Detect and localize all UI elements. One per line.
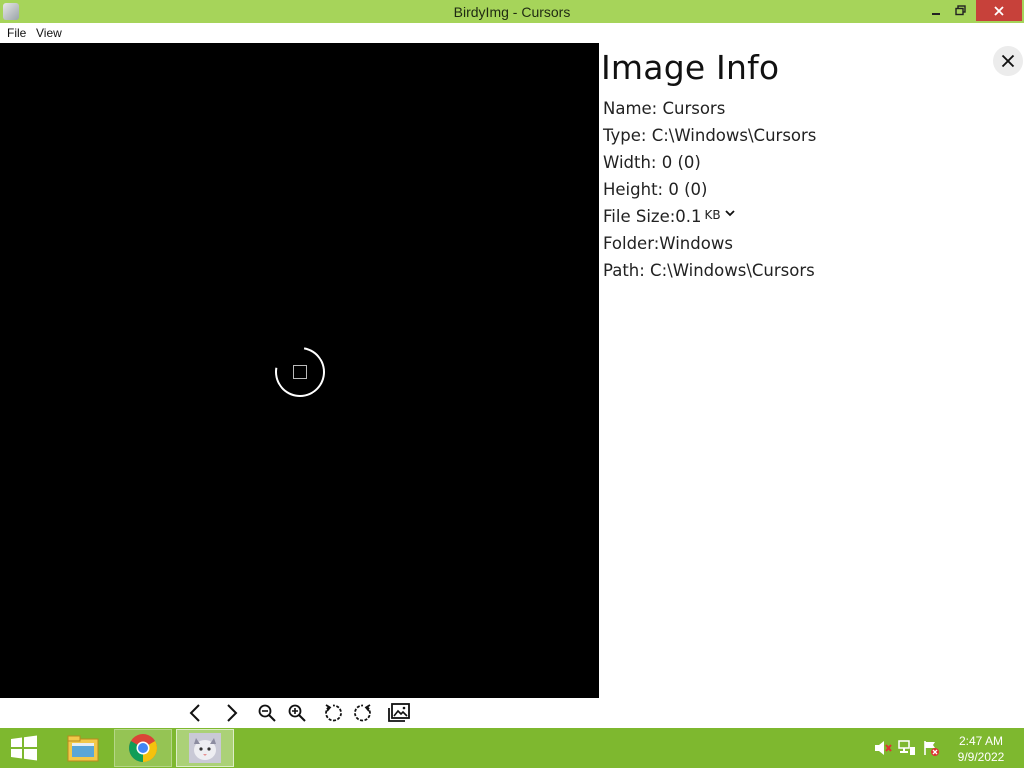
taskbar-clock[interactable]: 2:47 AM 9/9/2022 [948, 733, 1014, 765]
window-title: BirdyImg - Cursors [453, 4, 571, 20]
start-button[interactable] [0, 729, 48, 767]
image-viewer[interactable] [0, 43, 599, 698]
close-icon [1001, 54, 1015, 68]
chevron-down-icon [725, 210, 735, 217]
image-info-panel: Image Info Name: Cursors Type: C:\Window… [600, 43, 1024, 728]
info-folder: Folder:Windows [603, 234, 733, 253]
restore-button[interactable] [947, 0, 974, 21]
close-button[interactable] [976, 0, 1022, 21]
gallery-button[interactable] [387, 701, 411, 725]
info-height: Height: 0 (0) [603, 180, 708, 199]
file-size-unit-selector[interactable]: KB [705, 208, 735, 222]
birdyimg-icon [189, 733, 221, 763]
info-width: Width: 0 (0) [603, 153, 701, 172]
rotate-right-icon [354, 704, 371, 722]
volume-muted-icon[interactable] [874, 740, 892, 756]
taskbar-birdyimg[interactable] [176, 729, 234, 767]
minimize-button[interactable] [922, 0, 949, 21]
zoom-out-button[interactable] [255, 701, 279, 725]
windows-start-icon [11, 735, 37, 761]
next-button[interactable] [219, 701, 243, 725]
viewer-toolbar [0, 698, 600, 728]
zoom-in-button[interactable] [285, 701, 309, 725]
menu-view[interactable]: View [36, 26, 62, 40]
taskbar-file-explorer[interactable] [56, 729, 110, 767]
taskbar: 2:47 AM 9/9/2022 [0, 728, 1024, 768]
info-file-size: File Size:0.1 KB [603, 207, 735, 226]
chevron-left-icon [189, 704, 200, 722]
info-name: Name: Cursors [603, 99, 726, 118]
file-size-label: File Size: [603, 207, 676, 226]
taskbar-chrome[interactable] [114, 729, 172, 767]
rotate-left-button[interactable] [321, 701, 345, 725]
menu-file[interactable]: File [7, 26, 26, 40]
info-panel-title: Image Info [601, 48, 780, 87]
previous-button[interactable] [184, 701, 208, 725]
info-path: Path: C:\Windows\Cursors [603, 261, 815, 280]
gallery-icon [388, 703, 410, 722]
file-size-unit: KB [704, 208, 721, 222]
action-center-icon[interactable] [922, 740, 940, 756]
clock-date: 9/9/2022 [957, 750, 1005, 764]
rotate-right-button[interactable] [351, 701, 375, 725]
minimize-icon [931, 12, 940, 15]
zoom-out-icon [258, 704, 276, 722]
clock-time: 2:47 AM [958, 734, 1004, 748]
close-icon [994, 5, 1004, 16]
stop-loading-icon[interactable] [293, 365, 307, 379]
menu-bar: File View [0, 23, 600, 43]
chevron-right-icon [227, 704, 238, 722]
info-close-button[interactable] [993, 46, 1023, 76]
info-type: Type: C:\Windows\Cursors [603, 126, 817, 145]
restore-icon [954, 5, 966, 16]
rotate-left-icon [325, 704, 342, 722]
title-bar: BirdyImg - Cursors [0, 0, 1024, 23]
network-icon[interactable] [898, 740, 916, 756]
file-size-value: 0.1 [675, 207, 702, 226]
zoom-in-icon [288, 704, 306, 722]
file-explorer-icon [67, 735, 99, 762]
chrome-icon [129, 734, 157, 762]
